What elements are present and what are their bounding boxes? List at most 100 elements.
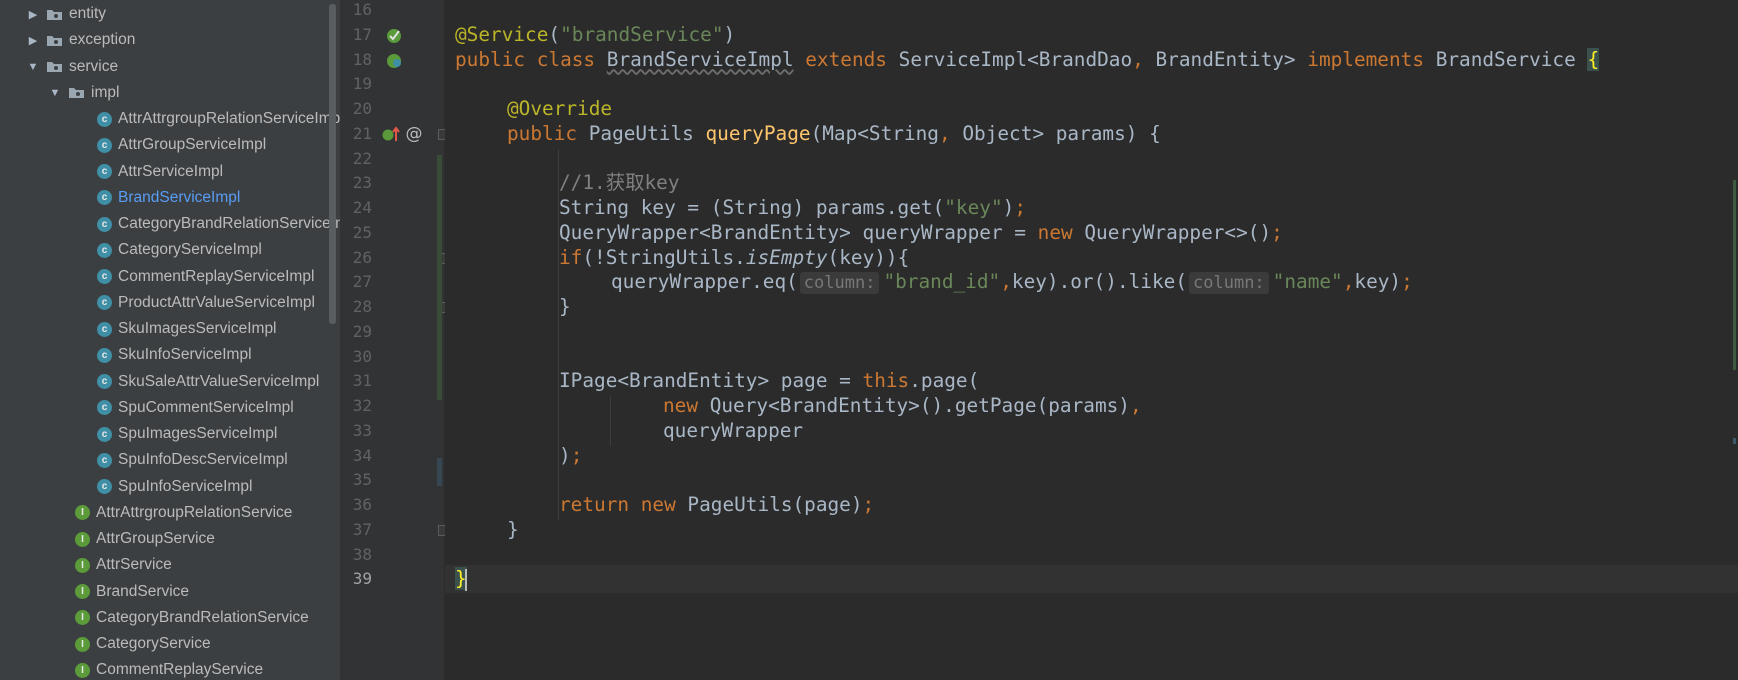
tree-item-sku-sale-attr-value-service-impl[interactable]: c SkuSaleAttrValueServiceImpl xyxy=(0,369,340,395)
tree-item-product-attr-value-service-impl[interactable]: c ProductAttrValueServiceImpl xyxy=(0,290,340,316)
line-number[interactable]: 35 xyxy=(340,466,372,494)
code-token: , xyxy=(1000,270,1012,294)
tree-item-category-service[interactable]: I CategoryService xyxy=(0,631,340,657)
spring-component-icon[interactable] xyxy=(384,50,404,70)
spring-bean-icon[interactable] xyxy=(384,25,404,45)
line-number[interactable]: 38 xyxy=(340,541,372,569)
line-number[interactable]: 36 xyxy=(340,491,372,519)
code-line-23[interactable]: //1.获取key xyxy=(559,169,680,197)
expand-arrow-icon[interactable]: ▼ xyxy=(48,87,62,99)
package-folder-icon xyxy=(46,34,63,47)
code-token: PageUtils xyxy=(588,121,706,145)
line-number[interactable]: 28 xyxy=(340,293,372,321)
code-line-24[interactable]: String key = (String) params.get("key"); xyxy=(559,194,1026,222)
line-number[interactable]: 22 xyxy=(340,145,372,173)
line-number[interactable]: 26 xyxy=(340,244,372,272)
tree-item-category-brand-relation-service[interactable]: I CategoryBrandRelationService xyxy=(0,605,340,631)
code-line-32[interactable]: new Query<BrandEntity>().getPage(params)… xyxy=(663,392,1142,420)
line-number[interactable]: 24 xyxy=(340,194,372,222)
tree-item-sku-images-service-impl[interactable]: c SkuImagesServiceImpl xyxy=(0,316,340,342)
line-number[interactable]: 29 xyxy=(340,318,372,346)
vcs-added-bar[interactable] xyxy=(437,155,442,400)
java-class-icon: c xyxy=(97,242,112,258)
line-number[interactable]: 32 xyxy=(340,392,372,420)
code-line-18[interactable]: public class BrandServiceImpl extends Se… xyxy=(455,46,1600,74)
code-line-26[interactable]: if(!StringUtils.isEmpty(key)){ xyxy=(559,244,909,272)
java-class-icon: c xyxy=(97,295,112,311)
tree-item-impl[interactable]: ▼ impl xyxy=(0,80,340,106)
line-number[interactable]: 23 xyxy=(340,169,372,197)
code-line-28[interactable]: } xyxy=(559,293,571,321)
line-number[interactable]: 37 xyxy=(340,516,372,544)
tree-item-spu-images-service-impl[interactable]: c SpuImagesServiceImpl xyxy=(0,421,340,447)
line-number[interactable]: 33 xyxy=(340,417,372,445)
tree-scrollbar[interactable] xyxy=(329,4,336,324)
tree-item-label: exception xyxy=(69,31,136,49)
java-class-icon: c xyxy=(97,137,112,153)
tree-item-entity[interactable]: ▶ entity xyxy=(0,1,340,27)
code-line-36[interactable]: return new PageUtils(page); xyxy=(559,491,874,519)
line-number[interactable]: 18 xyxy=(340,46,372,74)
line-number[interactable]: 20 xyxy=(340,95,372,123)
tree-item-label: SkuSaleAttrValueServiceImpl xyxy=(118,372,320,390)
code-line-25[interactable]: QueryWrapper<BrandEntity> queryWrapper =… xyxy=(559,219,1283,247)
tree-item-spu-info-service-impl[interactable]: c SpuInfoServiceImpl xyxy=(0,474,340,500)
code-line-21[interactable]: public PageUtils queryPage(Map<String, O… xyxy=(507,120,1161,148)
tree-item-spu-comment-service-impl[interactable]: c SpuCommentServiceImpl xyxy=(0,395,340,421)
error-stripe-marker[interactable] xyxy=(1733,438,1736,444)
code-token: ; xyxy=(1401,270,1413,294)
tree-item-comment-replay-service-impl[interactable]: c CommentReplayServiceImpl xyxy=(0,264,340,290)
tree-item-attr-service[interactable]: I AttrService xyxy=(0,552,340,578)
collapse-arrow-icon[interactable]: ▶ xyxy=(26,8,40,21)
line-number[interactable]: 17 xyxy=(340,21,372,49)
tree-item-spu-info-desc-service-impl[interactable]: c SpuInfoDescServiceImpl xyxy=(0,447,340,473)
code-line-17[interactable]: @Service("brandService") xyxy=(455,21,735,49)
vcs-modified-bar[interactable] xyxy=(437,458,442,486)
line-number[interactable]: 19 xyxy=(340,70,372,98)
tree-item-brand-service[interactable]: I BrandService xyxy=(0,579,340,605)
tree-item-exception[interactable]: ▶ exception xyxy=(0,27,340,53)
code-line-27[interactable]: queryWrapper.eq(column: "brand_id",key).o… xyxy=(611,268,1413,296)
line-number[interactable]: 27 xyxy=(340,268,372,296)
expand-arrow-icon[interactable]: ▼ xyxy=(26,61,40,73)
code-line-34[interactable]: ); xyxy=(559,442,582,470)
code-token: ; xyxy=(1271,220,1283,244)
tree-item-category-service-impl[interactable]: c CategoryServiceImpl xyxy=(0,237,340,263)
collapse-arrow-icon[interactable]: ▶ xyxy=(26,34,40,47)
code-line-31[interactable]: IPage<BrandEntity> page = this.page( xyxy=(559,367,979,395)
line-number[interactable]: 21 xyxy=(340,120,372,148)
java-class-icon: c xyxy=(97,190,112,206)
implementing-method-icon[interactable] xyxy=(380,124,402,144)
tree-item-label: AttrAttrgroupRelationService xyxy=(96,503,293,521)
code-token: this xyxy=(862,369,910,393)
code-token: ) xyxy=(559,443,571,467)
code-editor[interactable]: @Service("brandService") public class Bra… xyxy=(445,0,1738,680)
tree-item-comment-replay-service[interactable]: I CommentReplayService xyxy=(0,657,340,680)
tree-item-attr-service-impl[interactable]: c AttrServiceImpl xyxy=(0,159,340,185)
line-number[interactable]: 34 xyxy=(340,442,372,470)
tree-item-attr-attrgroup-relation-service-impl[interactable]: c AttrAttrgroupRelationServiceImpl xyxy=(0,106,340,132)
code-token: , xyxy=(938,121,963,145)
java-interface-icon: I xyxy=(75,505,90,521)
code-line-37[interactable]: } xyxy=(507,516,519,544)
tree-item-attr-attrgroup-relation-service[interactable]: I AttrAttrgroupRelationService xyxy=(0,500,340,526)
code-line-20[interactable]: @Override xyxy=(507,95,612,123)
tree-item-attr-group-service-impl[interactable]: c AttrGroupServiceImpl xyxy=(0,132,340,158)
tree-item-label: CategoryBrandRelationServiceImpl xyxy=(118,215,340,232)
line-number[interactable]: 31 xyxy=(340,367,372,395)
annotation-marker-icon[interactable]: @ xyxy=(404,123,424,145)
tree-item-sku-info-service-impl[interactable]: c SkuInfoServiceImpl xyxy=(0,342,340,368)
line-number[interactable]: 30 xyxy=(340,343,372,371)
code-line-39[interactable]: } xyxy=(455,565,467,593)
line-number[interactable]: 39 xyxy=(340,565,372,593)
line-number[interactable]: 25 xyxy=(340,219,372,247)
code-token: } xyxy=(507,517,519,541)
tree-item-service[interactable]: ▼ service xyxy=(0,54,340,80)
tree-item-attr-group-service[interactable]: I AttrGroupService xyxy=(0,526,340,552)
tree-item-category-brand-relation-service-impl[interactable]: c CategoryBrandRelationServiceImpl xyxy=(0,211,340,237)
code-line-33[interactable]: queryWrapper xyxy=(663,417,803,445)
code-token: @Service xyxy=(455,22,549,46)
error-stripe-changes[interactable] xyxy=(1733,180,1736,370)
tree-item-brand-service-impl[interactable]: c BrandServiceImpl xyxy=(0,185,340,211)
